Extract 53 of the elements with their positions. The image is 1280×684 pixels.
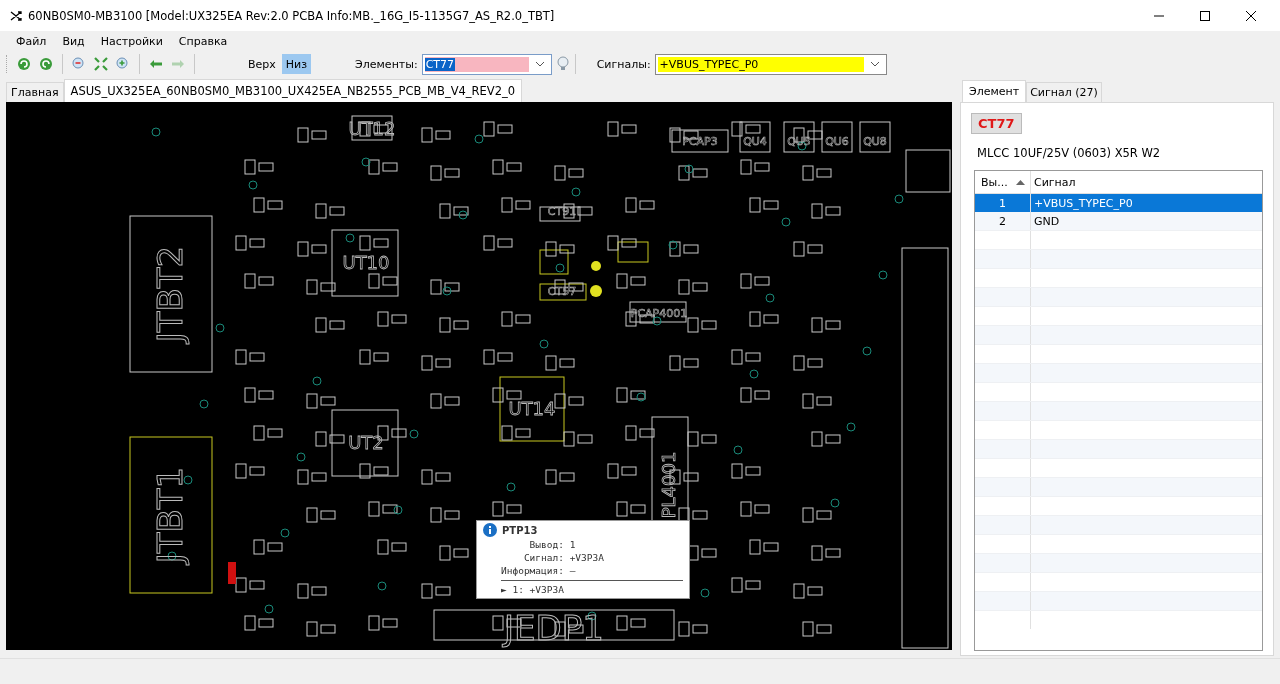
- part-label: UT12: [348, 118, 396, 139]
- tooltip-line: Вывод: 1: [528, 538, 577, 551]
- panel-tab[interactable]: Сигнал (27): [1026, 82, 1102, 102]
- part-label: QU8: [863, 135, 887, 148]
- tooltip-line: ► 1: +V3P3A: [500, 583, 565, 596]
- tooltip-title: PTP13: [502, 524, 538, 536]
- part-label: QU6: [825, 135, 849, 148]
- part-label: PCAP3: [682, 135, 718, 148]
- part-label: UT2: [348, 432, 384, 453]
- part-label: UT10: [342, 252, 390, 273]
- tooltip-line: Информация: —: [500, 564, 577, 577]
- table-cell: 2: [975, 212, 1031, 230]
- zoom-in-icon: [115, 56, 131, 72]
- sort-ascending-icon: [1015, 179, 1025, 185]
- part-label: JTBT1: [149, 466, 190, 564]
- document-tab[interactable]: ASUS_UX325EA_60NB0SM0_MB3100_UX425EA_NB2555_PCB_MB_V4_REV2_0: [63, 79, 523, 102]
- close-icon: [1245, 9, 1257, 22]
- light-bulb-icon[interactable]: [555, 56, 570, 72]
- table-cell-text: GND: [1033, 213, 1061, 230]
- menu-item[interactable]: Справка: [170, 34, 236, 48]
- tooltip-line: Сигнал: +V3P3A: [522, 551, 605, 564]
- part-label: CT57: [547, 285, 577, 298]
- part-label: CT91: [547, 205, 577, 218]
- column-header[interactable]: Сигнал: [1031, 171, 1262, 193]
- layer-toggle-button[interactable]: Низ: [281, 54, 312, 74]
- panel-tab[interactable]: Элемент: [962, 80, 1027, 102]
- field-label: Элементы:: [355, 57, 418, 71]
- column-header[interactable]: Вы...: [975, 171, 1031, 193]
- part-label: QU4: [743, 135, 767, 148]
- expand-arrows-icon: [93, 56, 109, 72]
- field-label: Сигналы:: [596, 57, 651, 71]
- signal-combo-box[interactable]: +VBUS_TYPEC_P0: [654, 53, 887, 75]
- table-row[interactable]: 1 +VBUS_TYPEC_P0: [975, 194, 1262, 212]
- part-label: PL4001: [658, 451, 679, 519]
- info-icon: [483, 523, 497, 537]
- part-label: UT14: [508, 398, 556, 419]
- menu-item[interactable]: Вид: [54, 34, 93, 48]
- menu-item[interactable]: Файл: [8, 34, 55, 48]
- element-combo-box[interactable]: CT77: [421, 53, 552, 75]
- layer-toggle-button[interactable]: Верх: [244, 54, 280, 74]
- table-cell-text: +VBUS_TYPEC_P0: [1033, 195, 1134, 212]
- part-label: PCAP4001: [630, 307, 688, 320]
- window-title: 60NB0SM0-MB3100 [Model:UX325EA Rev:2.0 PCBA Info:MB._16G_I5-1135G7_AS_R2.0_TBT]: [28, 8, 555, 23]
- zoom-out-icon: [71, 56, 87, 72]
- menu-item[interactable]: Настройки: [92, 34, 171, 48]
- app-icon: [10, 10, 22, 21]
- maximize-icon: [1199, 9, 1211, 22]
- part-label: JTBT2: [149, 245, 190, 343]
- table-row[interactable]: 2 GND: [975, 212, 1262, 230]
- document-tab[interactable]: Главная: [6, 82, 64, 102]
- element-description: MLCC 10UF/25V (0603) X5R W2: [977, 146, 1162, 160]
- element-name-badge: CT77: [971, 113, 1022, 134]
- part-label: QU5: [787, 135, 811, 148]
